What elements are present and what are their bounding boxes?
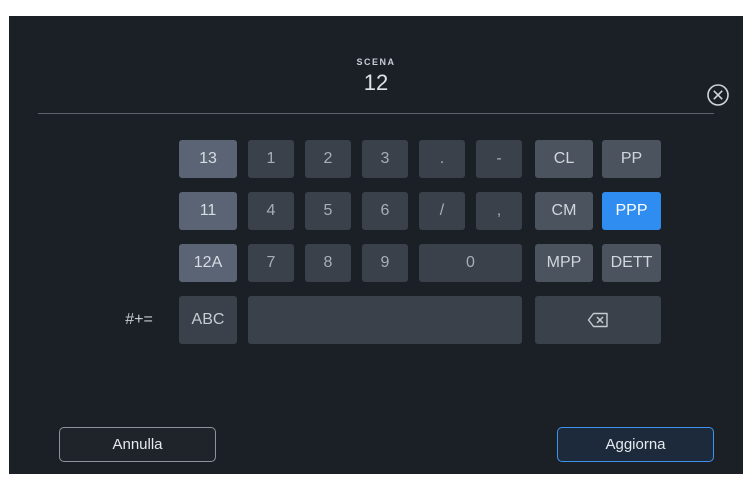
key-8[interactable]: 8: [305, 244, 351, 282]
history-key[interactable]: 13: [179, 140, 237, 178]
key-5[interactable]: 5: [305, 192, 351, 230]
tag-key-mpp[interactable]: MPP: [535, 244, 593, 282]
key-1[interactable]: 1: [248, 140, 294, 178]
clear-button[interactable]: [706, 83, 730, 107]
key-9[interactable]: 9: [362, 244, 408, 282]
update-button[interactable]: Aggiorna: [557, 427, 714, 462]
field-title: SCENA: [356, 57, 396, 67]
circle-x-icon: [707, 84, 729, 106]
tag-key-ppp-selected[interactable]: PPP: [602, 192, 661, 230]
space-key[interactable]: [248, 296, 522, 344]
key-slash[interactable]: /: [419, 192, 465, 230]
backspace-key[interactable]: [535, 296, 661, 344]
history-key[interactable]: 11: [179, 192, 237, 230]
key-7[interactable]: 7: [248, 244, 294, 282]
key-6[interactable]: 6: [362, 192, 408, 230]
history-key[interactable]: 12A: [179, 244, 237, 282]
tag-key-pp[interactable]: PP: [602, 140, 661, 178]
symbols-key[interactable]: #+=: [110, 296, 168, 344]
tag-key-cm[interactable]: CM: [535, 192, 593, 230]
divider: [38, 113, 714, 114]
key-0[interactable]: 0: [419, 244, 522, 282]
tag-key-cl[interactable]: CL: [535, 140, 593, 178]
key-period[interactable]: .: [419, 140, 465, 178]
scene-value[interactable]: 12: [9, 68, 743, 98]
key-dash[interactable]: -: [476, 140, 522, 178]
key-3[interactable]: 3: [362, 140, 408, 178]
key-comma[interactable]: ,: [476, 192, 522, 230]
tag-key-dett[interactable]: DETT: [602, 244, 661, 282]
cancel-button[interactable]: Annulla: [59, 427, 216, 462]
key-2[interactable]: 2: [305, 140, 351, 178]
abc-key[interactable]: ABC: [179, 296, 237, 344]
backspace-icon: [587, 312, 608, 328]
key-4[interactable]: 4: [248, 192, 294, 230]
scene-entry-screen: SCENA 12 13 1 2 3 . - CL PP 11 4 5 6 / ,…: [9, 16, 743, 474]
